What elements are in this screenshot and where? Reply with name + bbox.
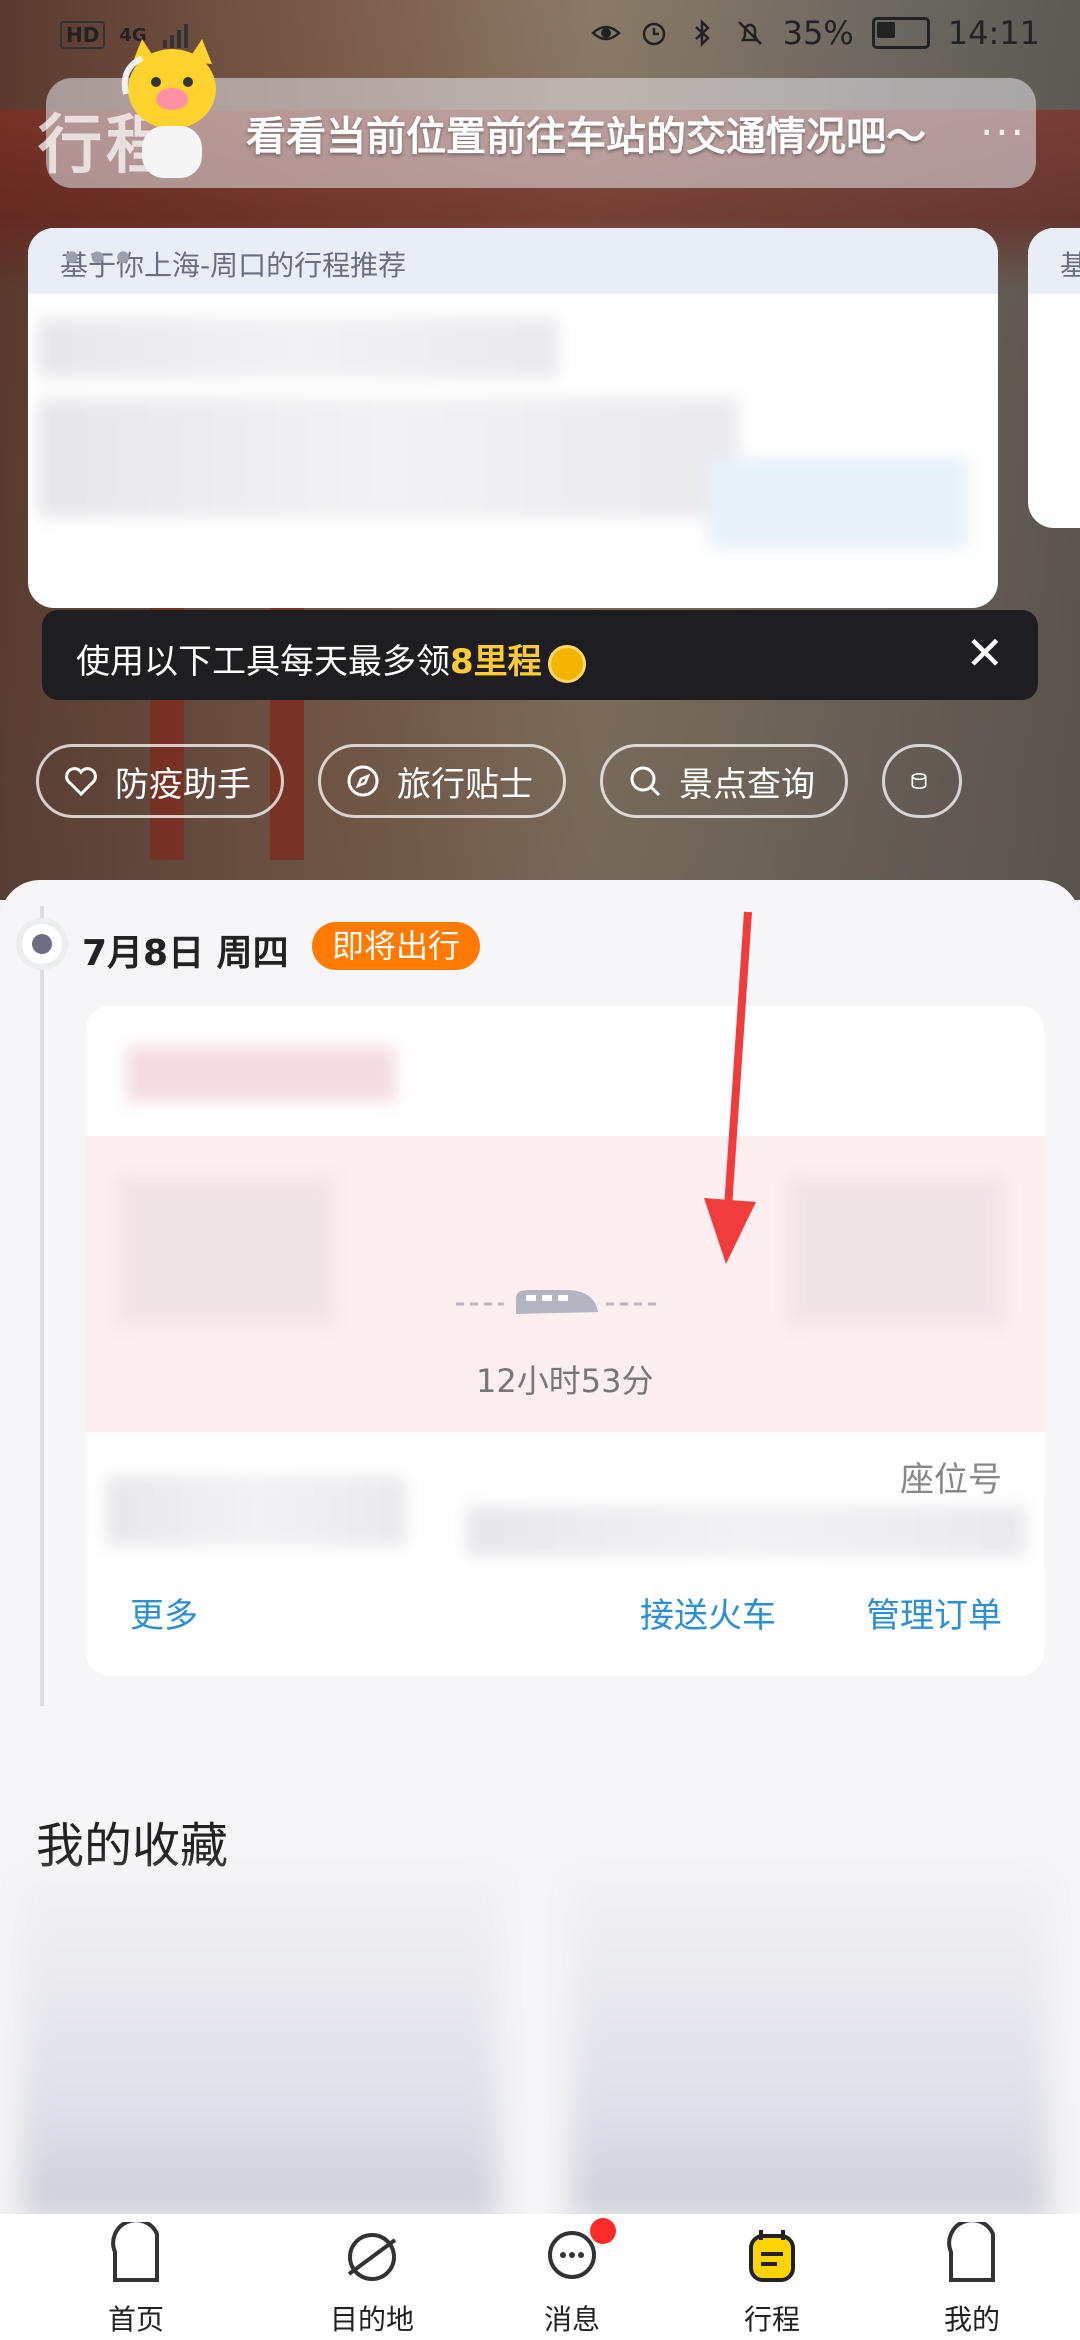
compass-icon xyxy=(347,765,379,797)
home-icon xyxy=(111,2222,159,2282)
tab-itinerary[interactable]: 行程 xyxy=(672,2214,872,2340)
notification-dot xyxy=(590,2218,616,2244)
hd-indicator: HD xyxy=(60,21,106,49)
tab-label: 我的 xyxy=(943,2303,1000,2336)
trip-duration: 12小时53分 xyxy=(476,1362,654,1400)
recommendation-next-header: 基 xyxy=(1060,249,1080,282)
tab-destination[interactable]: 目的地 xyxy=(272,2214,472,2340)
clock: 14:11 xyxy=(947,14,1040,52)
recommendation-card[interactable]: 基于你上海-周口的行程推荐 ••• xyxy=(28,228,998,608)
mascot-icon xyxy=(121,39,216,178)
chip-label: 景点查询 xyxy=(679,764,815,805)
tool-chips: 防疫助手 旅行贴士 景点查询 xyxy=(36,744,962,818)
profile-icon xyxy=(947,2222,995,2282)
tab-label: 消息 xyxy=(543,2303,600,2336)
timeline-dot xyxy=(22,924,62,964)
battery-icon xyxy=(871,17,930,49)
chip-attraction-search[interactable]: 景点查询 xyxy=(600,744,848,818)
bluetooth-icon xyxy=(694,18,710,48)
planet-icon xyxy=(347,2233,397,2281)
trip-date: 7月8日 周四 xyxy=(82,933,289,974)
blurred-passenger xyxy=(106,1476,406,1546)
tab-label: 行程 xyxy=(743,2303,800,2336)
chip-travel-tips[interactable]: 旅行贴士 xyxy=(318,744,566,818)
favorite-item[interactable] xyxy=(20,1880,500,2220)
chip-label: 旅行贴士 xyxy=(397,764,533,805)
manage-order-link[interactable]: 管理订单 xyxy=(866,1588,1002,1637)
coin-icon xyxy=(547,644,586,683)
chip-more[interactable] xyxy=(882,744,962,818)
itinerary-icon xyxy=(749,2230,795,2282)
tab-home[interactable]: 首页 xyxy=(0,2214,272,2340)
alarm-icon xyxy=(642,22,665,46)
close-tip-button[interactable]: ✕ xyxy=(965,626,1004,680)
chip-label: 防疫助手 xyxy=(115,764,251,805)
coins-icon xyxy=(911,772,927,790)
battery-percent: 35% xyxy=(782,14,854,52)
mileage-tip: 使用以下工具每天最多领8里程 ✕ xyxy=(42,610,1038,700)
blurred-train-number xyxy=(126,1046,396,1102)
mute-bell-icon xyxy=(737,21,762,45)
tip-highlight: 8里程 xyxy=(450,642,542,682)
heart-icon xyxy=(65,767,97,797)
eye-icon xyxy=(590,25,621,41)
tab-label: 目的地 xyxy=(329,2303,414,2336)
favorite-item[interactable] xyxy=(570,1880,1050,2220)
blurred-content xyxy=(38,318,558,378)
recommendation-card-next[interactable]: 基 xyxy=(1028,228,1080,528)
favorites-title: 我的收藏 xyxy=(36,1818,229,1874)
chip-epidemic-assistant[interactable]: 防疫助手 xyxy=(36,744,284,818)
annotation-arrow xyxy=(704,911,756,1264)
train-trip-card[interactable]: 12小时53分 座位号 更多 接送火车 管理订单 xyxy=(86,1006,1044,1676)
pickup-train-link[interactable]: 接送火车 xyxy=(640,1588,776,1637)
banner-message: 看看当前位置前往车站的交通情况吧～ xyxy=(246,114,926,160)
seat-label: 座位号 xyxy=(900,1460,1002,1500)
more-link[interactable]: 更多 xyxy=(130,1588,198,1637)
train-icon xyxy=(456,1290,656,1314)
tab-profile[interactable]: 我的 xyxy=(872,2214,1072,2340)
bottom-tab-bar: 首页 目的地 消息 行程 我的 xyxy=(0,2214,1080,2340)
tab-messages[interactable]: 消息 xyxy=(472,2214,672,2340)
tip-text: 使用以下工具每天最多领 xyxy=(76,642,450,682)
timeline-line xyxy=(40,906,44,1706)
tab-label: 首页 xyxy=(107,2303,164,2336)
search-icon xyxy=(630,766,661,797)
status-badge: 即将出行 xyxy=(312,922,481,970)
recommendation-more-button[interactable]: ••• xyxy=(60,236,968,282)
banner-more: ··· xyxy=(979,108,1026,157)
